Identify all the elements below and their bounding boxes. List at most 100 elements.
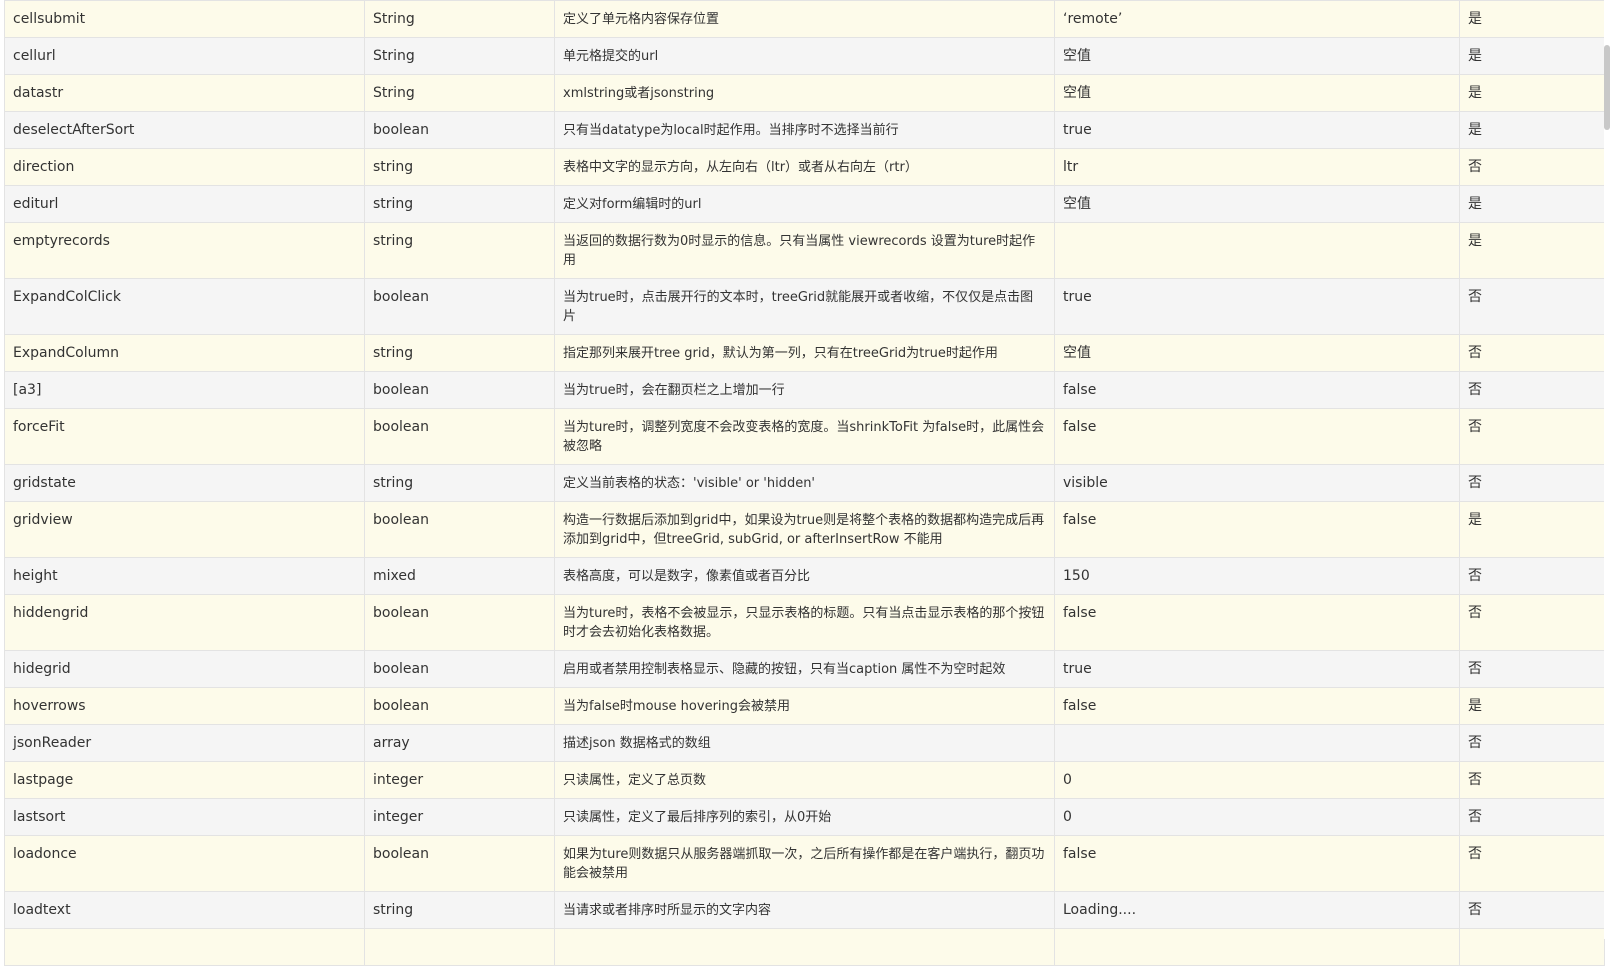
table-row: hiddengrid boolean 当为ture时，表格不会被显示，只显示表格的标…: [4, 594, 1605, 651]
property-editable-cell: 是: [1459, 501, 1605, 558]
property-type-cell: string: [364, 334, 555, 372]
property-desc-cell: 描述json 数据格式的数组: [554, 724, 1055, 762]
table-row: height mixed 表格高度，可以是数字，像素值或者百分比 150 否: [4, 557, 1605, 595]
table-row: hidegrid boolean 启用或者禁用控制表格显示、隐藏的按钮，只有当cap…: [4, 650, 1605, 688]
property-type-cell: string: [364, 185, 555, 223]
property-default-cell: true: [1054, 278, 1460, 335]
property-name-cell: gridstate: [4, 464, 365, 502]
table-row: lastpage integer 只读属性，定义了总页数 0 否: [4, 761, 1605, 799]
property-type-cell: mixed: [364, 557, 555, 595]
property-editable-cell: 否: [1459, 798, 1605, 836]
property-default-cell: 空值: [1054, 74, 1460, 112]
property-default-cell: true: [1054, 650, 1460, 688]
property-name-cell: lastpage: [4, 761, 365, 799]
property-type-cell: boolean: [364, 650, 555, 688]
property-desc-cell: 只读属性，定义了最后排序列的索引，从0开始: [554, 798, 1055, 836]
property-default-cell: false: [1054, 594, 1460, 651]
property-table-body: cellsubmit String 定义了单元格内容保存位置 ‘remote’ 是 cel…: [4, 0, 1605, 966]
property-desc-cell: 当返回的数据行数为0时显示的信息。只有当属性 viewrecords 设置为tu…: [554, 222, 1055, 279]
property-editable-cell: 否: [1459, 371, 1605, 409]
table-row: editurl string 定义对form编辑时的url 空值是: [4, 185, 1605, 223]
property-editable-cell: 否: [1459, 278, 1605, 335]
property-desc-cell: xmlstring或者jsonstring: [554, 74, 1055, 112]
table-row: lastsort integer 只读属性，定义了最后排序列的索引，从0开始 0 否: [4, 798, 1605, 836]
property-type-cell: boolean: [364, 408, 555, 465]
property-editable-cell: 否: [1459, 650, 1605, 688]
table-row: jsonReader array 描述json 数据格式的数组 否: [4, 724, 1605, 762]
property-name-cell: ExpandColumn: [4, 334, 365, 372]
table-row: gridstate string 定义当前表格的状态：'visible' or 'h…: [4, 464, 1605, 502]
property-editable-cell: 否: [1459, 761, 1605, 799]
property-desc-cell: 当为ture时，调整列宽度不会改变表格的宽度。当shrinkToFit 为fal…: [554, 408, 1055, 465]
property-default-cell: 0: [1054, 798, 1460, 836]
property-desc-cell: 启用或者禁用控制表格显示、隐藏的按钮，只有当caption 属性不为空时起效: [554, 650, 1055, 688]
property-desc-cell: 构造一行数据后添加到grid中，如果设为true则是将整个表格的数据都构造完成后…: [554, 501, 1055, 558]
property-type-cell: string: [364, 891, 555, 929]
property-default-cell: false: [1054, 687, 1460, 725]
property-name-cell: [4, 928, 365, 966]
property-editable-cell: 否: [1459, 334, 1605, 372]
property-default-cell: [1054, 222, 1460, 279]
property-name-cell: loadtext: [4, 891, 365, 929]
property-desc-cell: 表格中文字的显示方向，从左向右（ltr）或者从右向左（rtr）: [554, 148, 1055, 186]
property-default-cell: ‘remote’: [1054, 0, 1460, 38]
property-default-cell: false: [1054, 371, 1460, 409]
property-desc-cell: 单元格提交的url: [554, 37, 1055, 75]
property-desc-cell: [554, 928, 1055, 966]
property-name-cell: direction: [4, 148, 365, 186]
table-row: cellurl String 单元格提交的url 空值是: [4, 37, 1605, 75]
property-table-container: cellsubmit String 定义了单元格内容保存位置 ‘remote’ 是 cel…: [4, 0, 1605, 966]
property-editable-cell: [1459, 928, 1605, 966]
property-editable-cell: 否: [1459, 408, 1605, 465]
property-desc-cell: 定义对form编辑时的url: [554, 185, 1055, 223]
table-row: [4, 928, 1605, 966]
property-name-cell: cellsubmit: [4, 0, 365, 38]
property-default-cell: 150: [1054, 557, 1460, 595]
table-row: forceFit boolean 当为ture时，调整列宽度不会改变表格的宽度。当s…: [4, 408, 1605, 465]
property-editable-cell: 是: [1459, 222, 1605, 279]
table-row: emptyrecords string 当返回的数据行数为0时显示的信息。只有当属性…: [4, 222, 1605, 279]
property-name-cell: datastr: [4, 74, 365, 112]
vertical-scrollbar[interactable]: [1604, 0, 1610, 939]
property-type-cell: integer: [364, 798, 555, 836]
property-default-cell: false: [1054, 835, 1460, 892]
scrollbar-thumb[interactable]: [1604, 45, 1610, 130]
property-name-cell: gridview: [4, 501, 365, 558]
property-name-cell: forceFit: [4, 408, 365, 465]
property-type-cell: string: [364, 148, 555, 186]
property-desc-cell: 定义当前表格的状态：'visible' or 'hidden': [554, 464, 1055, 502]
property-name-cell: [a3]: [4, 371, 365, 409]
property-default-cell: visible: [1054, 464, 1460, 502]
property-default-cell: 空值: [1054, 185, 1460, 223]
property-editable-cell: 否: [1459, 594, 1605, 651]
property-name-cell: loadonce: [4, 835, 365, 892]
property-default-cell: false: [1054, 408, 1460, 465]
property-desc-cell: 定义了单元格内容保存位置: [554, 0, 1055, 38]
property-editable-cell: 是: [1459, 111, 1605, 149]
property-name-cell: cellurl: [4, 37, 365, 75]
property-editable-cell: 否: [1459, 464, 1605, 502]
property-type-cell: String: [364, 74, 555, 112]
property-default-cell: 空值: [1054, 37, 1460, 75]
property-editable-cell: 是: [1459, 185, 1605, 223]
property-desc-cell: 当为false时mouse hovering会被禁用: [554, 687, 1055, 725]
property-desc-cell: 如果为ture则数据只从服务器端抓取一次，之后所有操作都是在客户端执行，翻页功能…: [554, 835, 1055, 892]
property-default-cell: Loading....: [1054, 891, 1460, 929]
property-name-cell: hiddengrid: [4, 594, 365, 651]
property-name-cell: hoverrows: [4, 687, 365, 725]
property-desc-cell: 当为ture时，表格不会被显示，只显示表格的标题。只有当点击显示表格的那个按钮时…: [554, 594, 1055, 651]
property-default-cell: 空值: [1054, 334, 1460, 372]
property-desc-cell: 当为true时，点击展开行的文本时，treeGrid就能展开或者收缩，不仅仅是点…: [554, 278, 1055, 335]
property-type-cell: string: [364, 222, 555, 279]
property-name-cell: emptyrecords: [4, 222, 365, 279]
property-default-cell: [1054, 928, 1460, 966]
property-type-cell: boolean: [364, 835, 555, 892]
property-name-cell: jsonReader: [4, 724, 365, 762]
property-default-cell: ltr: [1054, 148, 1460, 186]
property-type-cell: String: [364, 0, 555, 38]
property-editable-cell: 否: [1459, 835, 1605, 892]
table-row: direction string 表格中文字的显示方向，从左向右（ltr）或者从右向…: [4, 148, 1605, 186]
property-name-cell: deselectAfterSort: [4, 111, 365, 149]
property-editable-cell: 是: [1459, 74, 1605, 112]
property-type-cell: string: [364, 464, 555, 502]
